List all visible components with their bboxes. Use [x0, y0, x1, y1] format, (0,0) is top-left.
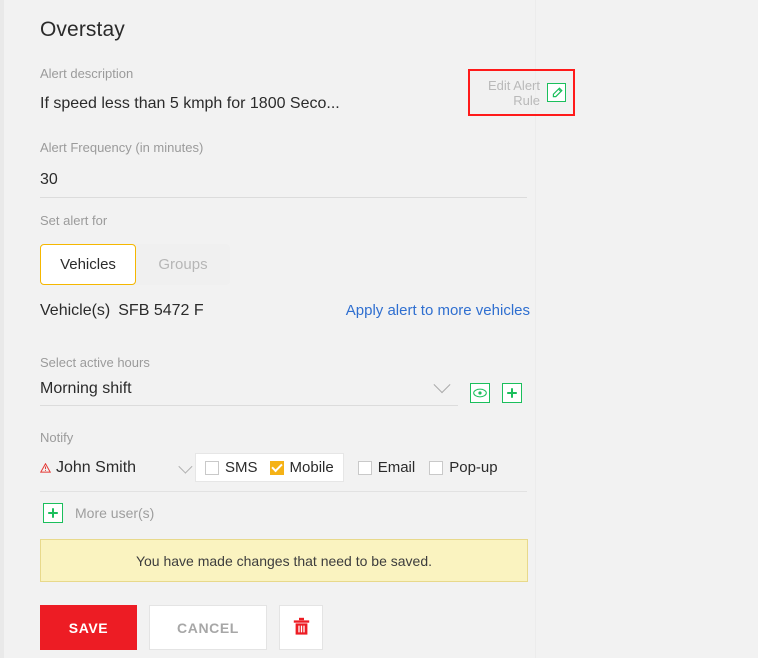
save-button[interactable]: SAVE: [40, 605, 137, 650]
notify-channel-group-primary: SMS Mobile: [195, 453, 344, 482]
active-hours-label: Select active hours: [40, 355, 150, 370]
plus-icon[interactable]: [502, 383, 522, 403]
eye-icon[interactable]: [470, 383, 490, 403]
checkbox-email[interactable]: [357, 460, 372, 475]
warning-triangle-icon: [40, 462, 51, 473]
notify-channel-mobile[interactable]: Mobile: [269, 459, 334, 476]
vehicles-label: Vehicle(s): [40, 302, 111, 319]
unsaved-changes-banner: You have made changes that need to be sa…: [40, 539, 528, 582]
more-users-button[interactable]: More user(s): [43, 503, 154, 523]
chevron-down-icon: [178, 459, 193, 474]
checkbox-mobile[interactable]: [269, 460, 284, 475]
active-hours-block: Select active hours Morning shift: [40, 355, 540, 406]
active-hours-row: Morning shift: [40, 376, 540, 406]
trash-icon: [293, 617, 310, 639]
notify-label: Notify: [40, 430, 74, 445]
plus-icon[interactable]: [43, 503, 63, 523]
chevron-down-icon: [433, 376, 451, 394]
active-hours-value: Morning shift: [40, 380, 132, 397]
notify-channel-sms[interactable]: SMS: [205, 459, 258, 476]
notify-block: Notify John Smith SMS Mobile Email Pop-u…: [40, 430, 540, 492]
alert-form: Overstay Alert description If speed less…: [40, 0, 575, 650]
notify-user-name: John Smith: [56, 458, 137, 476]
apply-alert-more-vehicles-link[interactable]: Apply alert to more vehicles: [346, 302, 530, 319]
alert-frequency-label: Alert Frequency (in minutes): [40, 140, 204, 155]
alert-frequency-block: Alert Frequency (in minutes): [40, 140, 530, 198]
alert-description-text: If speed less than 5 kmph for 1800 Seco.…: [40, 95, 340, 112]
set-alert-for-block: Set alert for Vehicles Groups: [40, 212, 230, 285]
edit-alert-rule-label: Edit Alert Rule: [487, 77, 540, 108]
set-alert-for-label: Set alert for: [40, 213, 108, 228]
more-users-label: More user(s): [75, 505, 155, 521]
notify-user-select[interactable]: John Smith: [40, 459, 195, 477]
toggle-vehicles[interactable]: Vehicles: [40, 244, 136, 285]
vehicles-summary: Vehicle(s) SFB 5472 F: [40, 302, 204, 320]
pencil-icon[interactable]: [547, 83, 566, 102]
page-title: Overstay: [40, 18, 125, 41]
alert-frequency-input[interactable]: [40, 171, 527, 198]
notify-row: John Smith SMS Mobile Email Pop-up: [40, 453, 527, 492]
alert-description-label: Alert description: [40, 66, 134, 81]
panel-left-edge: [0, 0, 4, 658]
checkbox-sms[interactable]: [205, 460, 219, 475]
notify-channel-sms-label: SMS: [225, 459, 258, 476]
alert-description-block: Alert description If speed less than 5 k…: [40, 66, 540, 113]
edit-alert-rule-highlight: Edit Alert Rule: [468, 69, 575, 116]
checkbox-popup[interactable]: [429, 460, 444, 475]
notify-channel-email[interactable]: Email: [357, 459, 416, 476]
notify-channel-email-label: Email: [377, 459, 416, 476]
notify-channel-popup[interactable]: Pop-up: [429, 459, 498, 476]
vehicle-id: SFB 5472 F: [118, 302, 204, 319]
form-actions: SAVE CANCEL: [40, 605, 323, 650]
edit-alert-rule-control[interactable]: Edit Alert Rule: [470, 71, 573, 114]
vehicles-row: Vehicle(s) SFB 5472 F Apply alert to more…: [40, 302, 530, 320]
cancel-button[interactable]: CANCEL: [149, 605, 267, 650]
toggle-groups[interactable]: Groups: [136, 244, 230, 285]
active-hours-select[interactable]: Morning shift: [40, 376, 458, 406]
delete-button[interactable]: [279, 605, 323, 650]
alert-settings-panel: Overstay Alert description If speed less…: [0, 0, 758, 658]
notify-channel-mobile-label: Mobile: [289, 459, 334, 476]
notify-channel-popup-label: Pop-up: [449, 459, 498, 476]
set-alert-for-toggle: Vehicles Groups: [40, 244, 230, 285]
